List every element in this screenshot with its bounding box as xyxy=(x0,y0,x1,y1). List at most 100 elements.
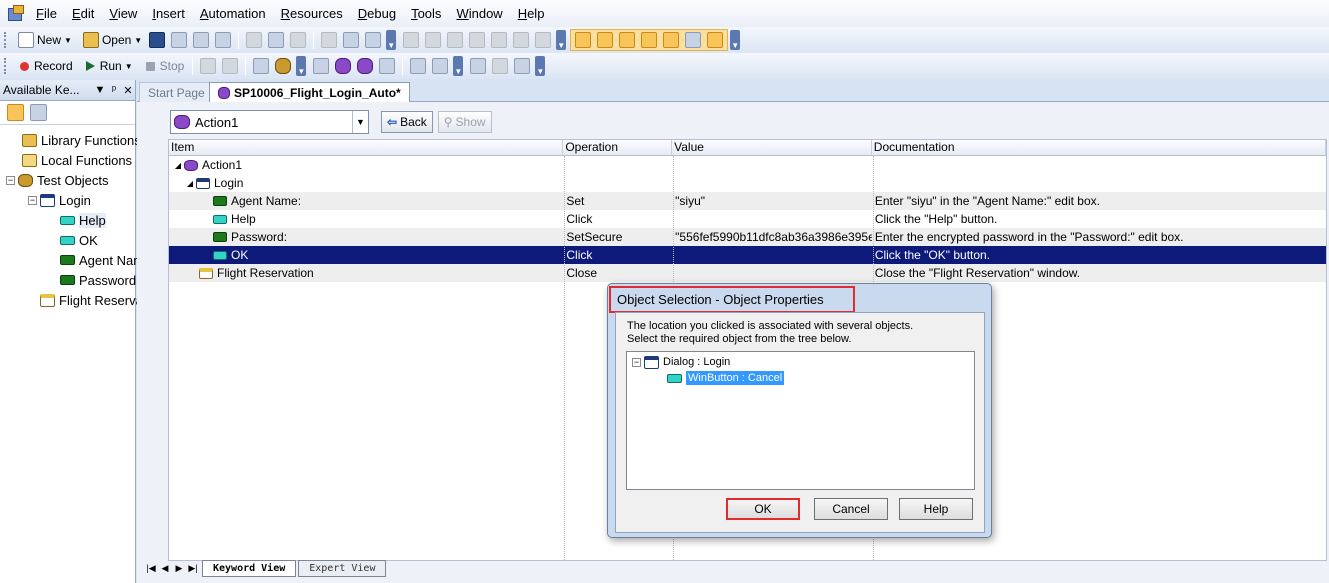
open-button[interactable]: Open ▼ xyxy=(76,30,146,50)
run-dropdown-icon[interactable]: ▼ xyxy=(125,62,133,71)
spell-check-icon[interactable] xyxy=(513,32,530,48)
toolbar-overflow-icon[interactable]: ▼ xyxy=(453,56,464,76)
chevron-down-icon[interactable]: ▼ xyxy=(352,111,368,133)
ok-button[interactable]: OK xyxy=(726,498,800,520)
object-repository-manager-icon[interactable] xyxy=(275,58,292,74)
pin-icon[interactable]: ᵖ xyxy=(107,84,121,96)
menu-tools[interactable]: Tools xyxy=(411,6,441,21)
menu-resources[interactable]: Resources xyxy=(281,6,343,21)
tree-login[interactable]: − Login xyxy=(28,191,91,209)
redo-icon[interactable] xyxy=(425,32,442,48)
undo-icon[interactable] xyxy=(403,32,420,48)
open-dropdown-icon[interactable]: ▼ xyxy=(134,36,142,45)
table-row[interactable]: Password: SetSecure "556fef5990b11dfc8ab… xyxy=(169,228,1326,246)
menu-edit[interactable]: Edit xyxy=(72,6,94,21)
print-icon[interactable] xyxy=(215,32,232,48)
low-level-record-icon[interactable] xyxy=(200,58,217,74)
toolbar-overflow-icon[interactable]: ▼ xyxy=(730,30,741,50)
collapse-icon[interactable]: − xyxy=(632,357,641,367)
new-button[interactable]: New ▼ xyxy=(11,30,76,50)
step-into-icon[interactable] xyxy=(410,58,427,74)
step-icon[interactable] xyxy=(253,58,270,74)
analog-record-icon[interactable] xyxy=(222,58,239,74)
tree-library-functions[interactable]: Library Functions xyxy=(22,131,141,149)
check-syntax-icon[interactable] xyxy=(365,32,382,48)
collapse-icon[interactable]: ◢ xyxy=(184,179,196,188)
table-row[interactable]: Help Click Click the "Help" button. xyxy=(169,210,1326,228)
first-tab-icon[interactable]: |◀ xyxy=(144,563,158,574)
last-tab-icon[interactable]: ▶| xyxy=(186,563,200,574)
properties-icon[interactable] xyxy=(343,32,360,48)
menu-window[interactable]: Window xyxy=(456,6,502,21)
table-row[interactable]: ◢ Login xyxy=(169,174,1326,192)
save-all-icon[interactable] xyxy=(171,32,188,48)
close-pane-icon[interactable]: ✕ xyxy=(121,84,135,97)
cut-icon[interactable] xyxy=(246,32,263,48)
step-generator-icon[interactable] xyxy=(379,58,396,74)
record-button[interactable]: Record xyxy=(11,56,77,76)
active-screen-icon[interactable] xyxy=(663,32,680,48)
call-action-icon[interactable] xyxy=(357,58,374,74)
object-spy-icon[interactable] xyxy=(619,32,636,48)
tree-winbutton-cancel[interactable]: WinButton : Cancel xyxy=(667,369,785,387)
table-row[interactable]: ◢ Action1 xyxy=(169,156,1326,174)
prev-tab-icon[interactable]: ◀ xyxy=(158,563,172,574)
toolbar-overflow-icon[interactable]: ▼ xyxy=(296,56,307,76)
show-button[interactable]: ⚲ Show xyxy=(437,111,492,133)
collapse-icon[interactable]: − xyxy=(6,175,15,185)
tree-test-objects[interactable]: − Test Objects xyxy=(6,171,109,189)
menu-insert[interactable]: Insert xyxy=(152,6,185,21)
results-icon[interactable] xyxy=(470,58,487,74)
collapse-icon[interactable]: ◢ xyxy=(172,161,184,170)
object-repository-icon[interactable] xyxy=(597,32,614,48)
paste-icon[interactable] xyxy=(290,32,307,48)
column-header-item[interactable]: Item xyxy=(169,140,564,155)
step-over-icon[interactable] xyxy=(432,58,449,74)
menu-view[interactable]: View xyxy=(109,6,137,21)
tab-expert-view[interactable]: Expert View xyxy=(298,559,387,577)
tree-ok[interactable]: OK xyxy=(60,231,98,249)
toolbar-grip[interactable] xyxy=(4,58,7,74)
find-icon[interactable] xyxy=(447,32,464,48)
toolbar-overflow-icon[interactable]: ▼ xyxy=(535,56,546,76)
action-select[interactable]: Action1 ▼ xyxy=(170,110,369,134)
menu-file[interactable]: File xyxy=(36,6,57,21)
help-button[interactable]: Help xyxy=(899,498,973,520)
stop-button[interactable]: Stop xyxy=(137,56,189,76)
data-table-icon[interactable] xyxy=(641,32,658,48)
menu-debug[interactable]: Debug xyxy=(358,6,396,21)
tree-local-functions[interactable]: Local Functions xyxy=(22,151,132,169)
debug-viewer-icon[interactable] xyxy=(685,32,702,48)
print-preview-icon[interactable] xyxy=(193,32,210,48)
insert-action-icon[interactable] xyxy=(335,58,352,74)
tab-test[interactable]: SP10006_Flight_Login_Auto* xyxy=(209,82,410,102)
next-tab-icon[interactable]: ▶ xyxy=(172,563,186,574)
table-row-selected[interactable]: OK Click Click the "OK" button. xyxy=(169,246,1326,264)
find-next-icon[interactable] xyxy=(469,32,486,48)
replace-icon[interactable] xyxy=(491,32,508,48)
insert-checkpoint-icon[interactable] xyxy=(313,58,330,74)
table-row[interactable]: Agent Name: Set "siyu" Enter "siyu" in t… xyxy=(169,192,1326,210)
view-all-icon[interactable] xyxy=(7,104,24,121)
tree-help[interactable]: Help xyxy=(60,211,106,229)
view-favorites-icon[interactable] xyxy=(30,104,47,121)
goto-icon[interactable] xyxy=(535,32,552,48)
toolbar-grip[interactable] xyxy=(4,32,7,48)
keyword-view-icon[interactable] xyxy=(575,32,592,48)
tab-keyword-view[interactable]: Keyword View xyxy=(202,559,297,577)
tree-password[interactable]: Password: xyxy=(60,271,140,289)
toolbar-overflow-icon[interactable]: ▼ xyxy=(386,30,397,50)
information-pane-icon[interactable] xyxy=(707,32,724,48)
menu-automation[interactable]: Automation xyxy=(200,6,266,21)
comment-icon[interactable] xyxy=(321,32,338,48)
collapse-icon[interactable]: − xyxy=(28,195,37,205)
toolbar-overflow-icon[interactable]: ▼ xyxy=(556,30,567,50)
menu-help[interactable]: Help xyxy=(518,6,545,21)
column-header-value[interactable]: Value xyxy=(672,140,872,155)
back-button[interactable]: ⇦ Back xyxy=(381,111,433,133)
column-header-operation[interactable]: Operation xyxy=(563,140,673,155)
new-dropdown-icon[interactable]: ▼ xyxy=(64,36,72,45)
copy-icon[interactable] xyxy=(268,32,285,48)
run-button[interactable]: Run ▼ xyxy=(77,56,137,76)
save-icon[interactable] xyxy=(149,32,166,48)
